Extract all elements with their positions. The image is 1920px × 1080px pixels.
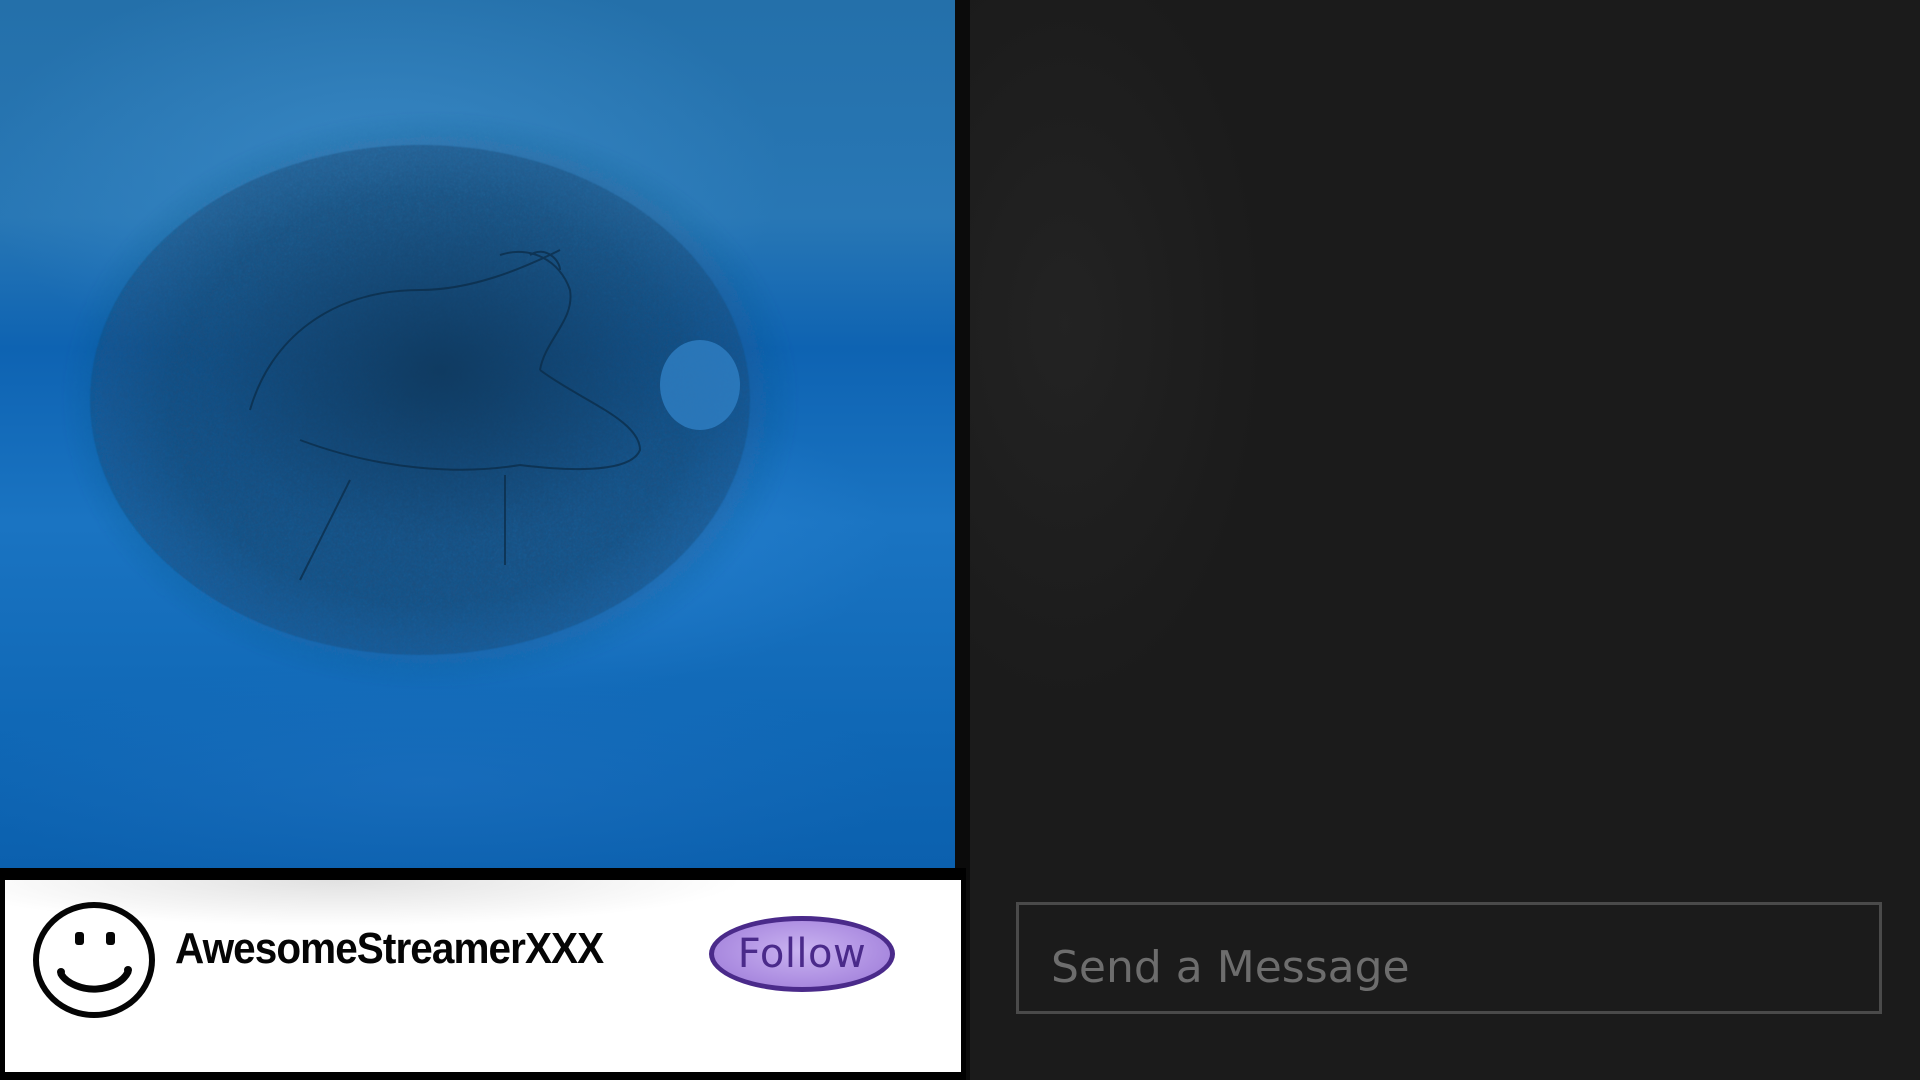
follow-button-label: Follow bbox=[737, 931, 867, 977]
streamer-info-panel: AwesomeStreamerXXX Follow bbox=[5, 880, 961, 1072]
streamer-info-bar: AwesomeStreamerXXX Follow bbox=[0, 868, 966, 1080]
chat-panel bbox=[970, 0, 1920, 1080]
follow-button[interactable]: Follow bbox=[709, 916, 895, 992]
stream-app: AwesomeStreamerXXX Follow bbox=[0, 0, 1920, 1080]
smiley-face-icon[interactable] bbox=[31, 900, 157, 1020]
scribble-blob bbox=[60, 110, 800, 690]
video-player[interactable] bbox=[0, 0, 955, 870]
stream-video-frame bbox=[60, 110, 800, 690]
send-message-input[interactable] bbox=[1016, 902, 1882, 1014]
streamer-name[interactable]: AwesomeStreamerXXX bbox=[175, 924, 604, 974]
